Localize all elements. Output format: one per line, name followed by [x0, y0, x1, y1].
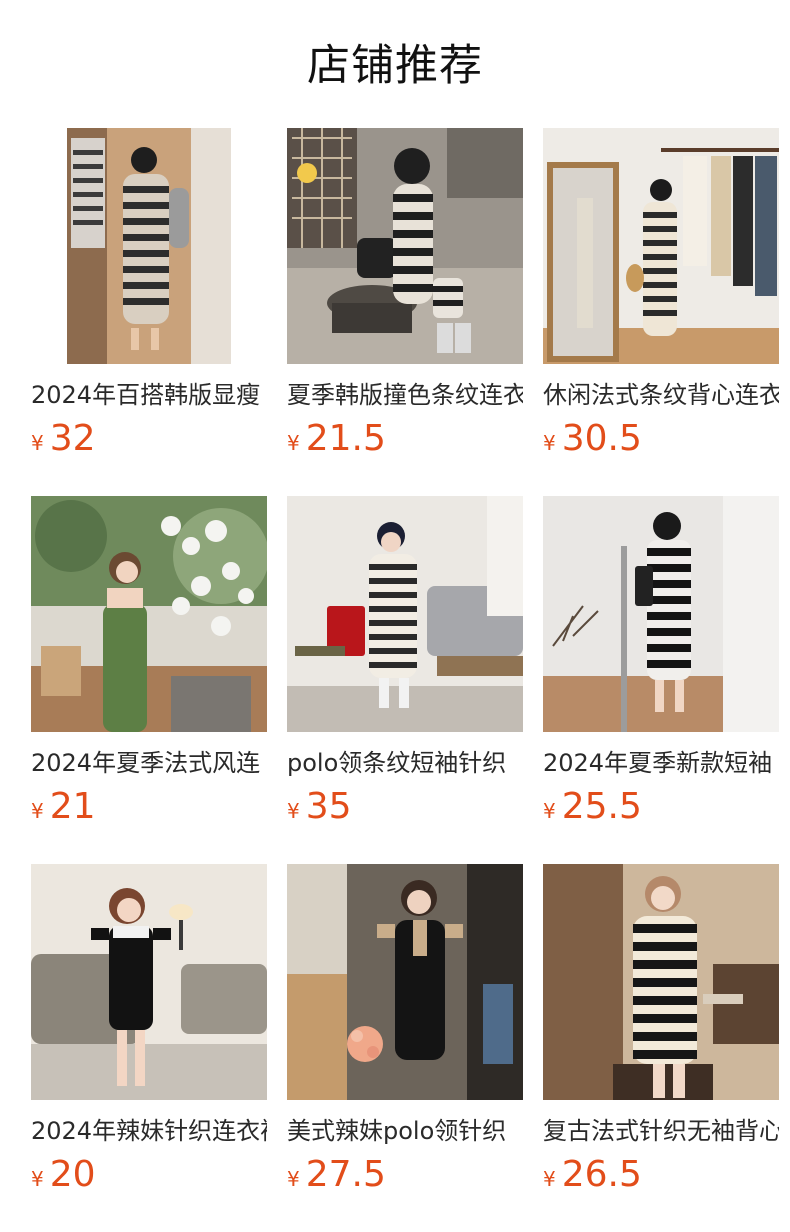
- price-amount: 25.5: [561, 786, 642, 827]
- product-image[interactable]: [543, 128, 779, 364]
- product-price: ¥21.5: [287, 417, 523, 461]
- currency-symbol: ¥: [287, 431, 300, 455]
- product-photo-striped-polo-dress: [287, 496, 523, 732]
- product-image[interactable]: [31, 128, 267, 364]
- product-image[interactable]: [31, 496, 267, 732]
- product-title[interactable]: 美式辣妹polo领针织: [287, 1114, 523, 1148]
- currency-symbol: ¥: [31, 431, 44, 455]
- currency-symbol: ¥: [31, 1167, 44, 1191]
- product-title[interactable]: 2024年夏季法式风连: [31, 746, 267, 780]
- product-price: ¥26.5: [543, 1153, 779, 1197]
- product-price: ¥32: [31, 417, 267, 461]
- product-card-4[interactable]: polo领条纹短袖针织 ¥35: [287, 496, 523, 829]
- price-amount: 30.5: [561, 418, 642, 459]
- product-price: ¥21: [31, 785, 267, 829]
- product-card-0[interactable]: 2024年百搭韩版显瘦 ¥32: [31, 128, 267, 461]
- price-amount: 32: [49, 418, 96, 459]
- currency-symbol: ¥: [287, 1167, 300, 1191]
- product-price: ¥27.5: [287, 1153, 523, 1197]
- product-title[interactable]: 2024年夏季新款短袖: [543, 746, 779, 780]
- product-card-6[interactable]: 2024年辣妹针织连衣裙 ¥20: [31, 864, 267, 1197]
- product-image[interactable]: [287, 128, 523, 364]
- product-photo-black-knit-polo-dress: [287, 864, 523, 1100]
- product-card-1[interactable]: 夏季韩版撞色条纹连衣裙 ¥21.5: [287, 128, 523, 461]
- currency-symbol: ¥: [543, 431, 556, 455]
- product-title[interactable]: 复古法式针织无袖背心: [543, 1114, 779, 1148]
- product-price: ¥25.5: [543, 785, 779, 829]
- product-title[interactable]: polo领条纹短袖针织: [287, 746, 523, 780]
- product-photo-striped-sleeveless-dress: [543, 864, 779, 1100]
- price-amount: 21: [49, 786, 96, 827]
- price-amount: 27.5: [305, 1154, 386, 1195]
- product-image[interactable]: [31, 864, 267, 1100]
- page-title: 店铺推荐: [307, 41, 483, 91]
- product-photo-striped-hooded-dress: [287, 128, 523, 364]
- currency-symbol: ¥: [543, 799, 556, 823]
- product-image[interactable]: [287, 496, 523, 732]
- product-photo-black-polo-mini-dress: [31, 864, 267, 1100]
- product-card-8[interactable]: 复古法式针织无袖背心 ¥26.5: [543, 864, 779, 1197]
- product-photo-striped-tshirt-dress: [543, 496, 779, 732]
- product-title[interactable]: 2024年百搭韩版显瘦: [31, 378, 267, 412]
- product-image[interactable]: [543, 496, 779, 732]
- product-photo-green-slip-dress: [31, 496, 267, 732]
- product-card-3[interactable]: 2024年夏季法式风连 ¥21: [31, 496, 267, 829]
- currency-symbol: ¥: [543, 1167, 556, 1191]
- product-image[interactable]: [287, 864, 523, 1100]
- product-title[interactable]: 夏季韩版撞色条纹连衣裙: [287, 378, 523, 412]
- price-amount: 35: [305, 786, 352, 827]
- price-amount: 26.5: [561, 1154, 642, 1195]
- product-price: ¥30.5: [543, 417, 779, 461]
- price-amount: 21.5: [305, 418, 386, 459]
- currency-symbol: ¥: [287, 799, 300, 823]
- product-card-2[interactable]: 休闲法式条纹背心连衣裙 ¥30.5: [543, 128, 779, 461]
- product-price: ¥20: [31, 1153, 267, 1197]
- product-photo-striped-knit-maxi-dress: [31, 128, 267, 364]
- currency-symbol: ¥: [31, 799, 44, 823]
- price-amount: 20: [49, 1154, 96, 1195]
- product-card-5[interactable]: 2024年夏季新款短袖 ¥25.5: [543, 496, 779, 829]
- product-title[interactable]: 休闲法式条纹背心连衣裙: [543, 378, 779, 412]
- product-title[interactable]: 2024年辣妹针织连衣裙: [31, 1114, 267, 1148]
- product-image[interactable]: [543, 864, 779, 1100]
- product-card-7[interactable]: 美式辣妹polo领针织 ¥27.5: [287, 864, 523, 1197]
- product-price: ¥35: [287, 785, 523, 829]
- product-photo-striped-tank-dress: [543, 128, 779, 364]
